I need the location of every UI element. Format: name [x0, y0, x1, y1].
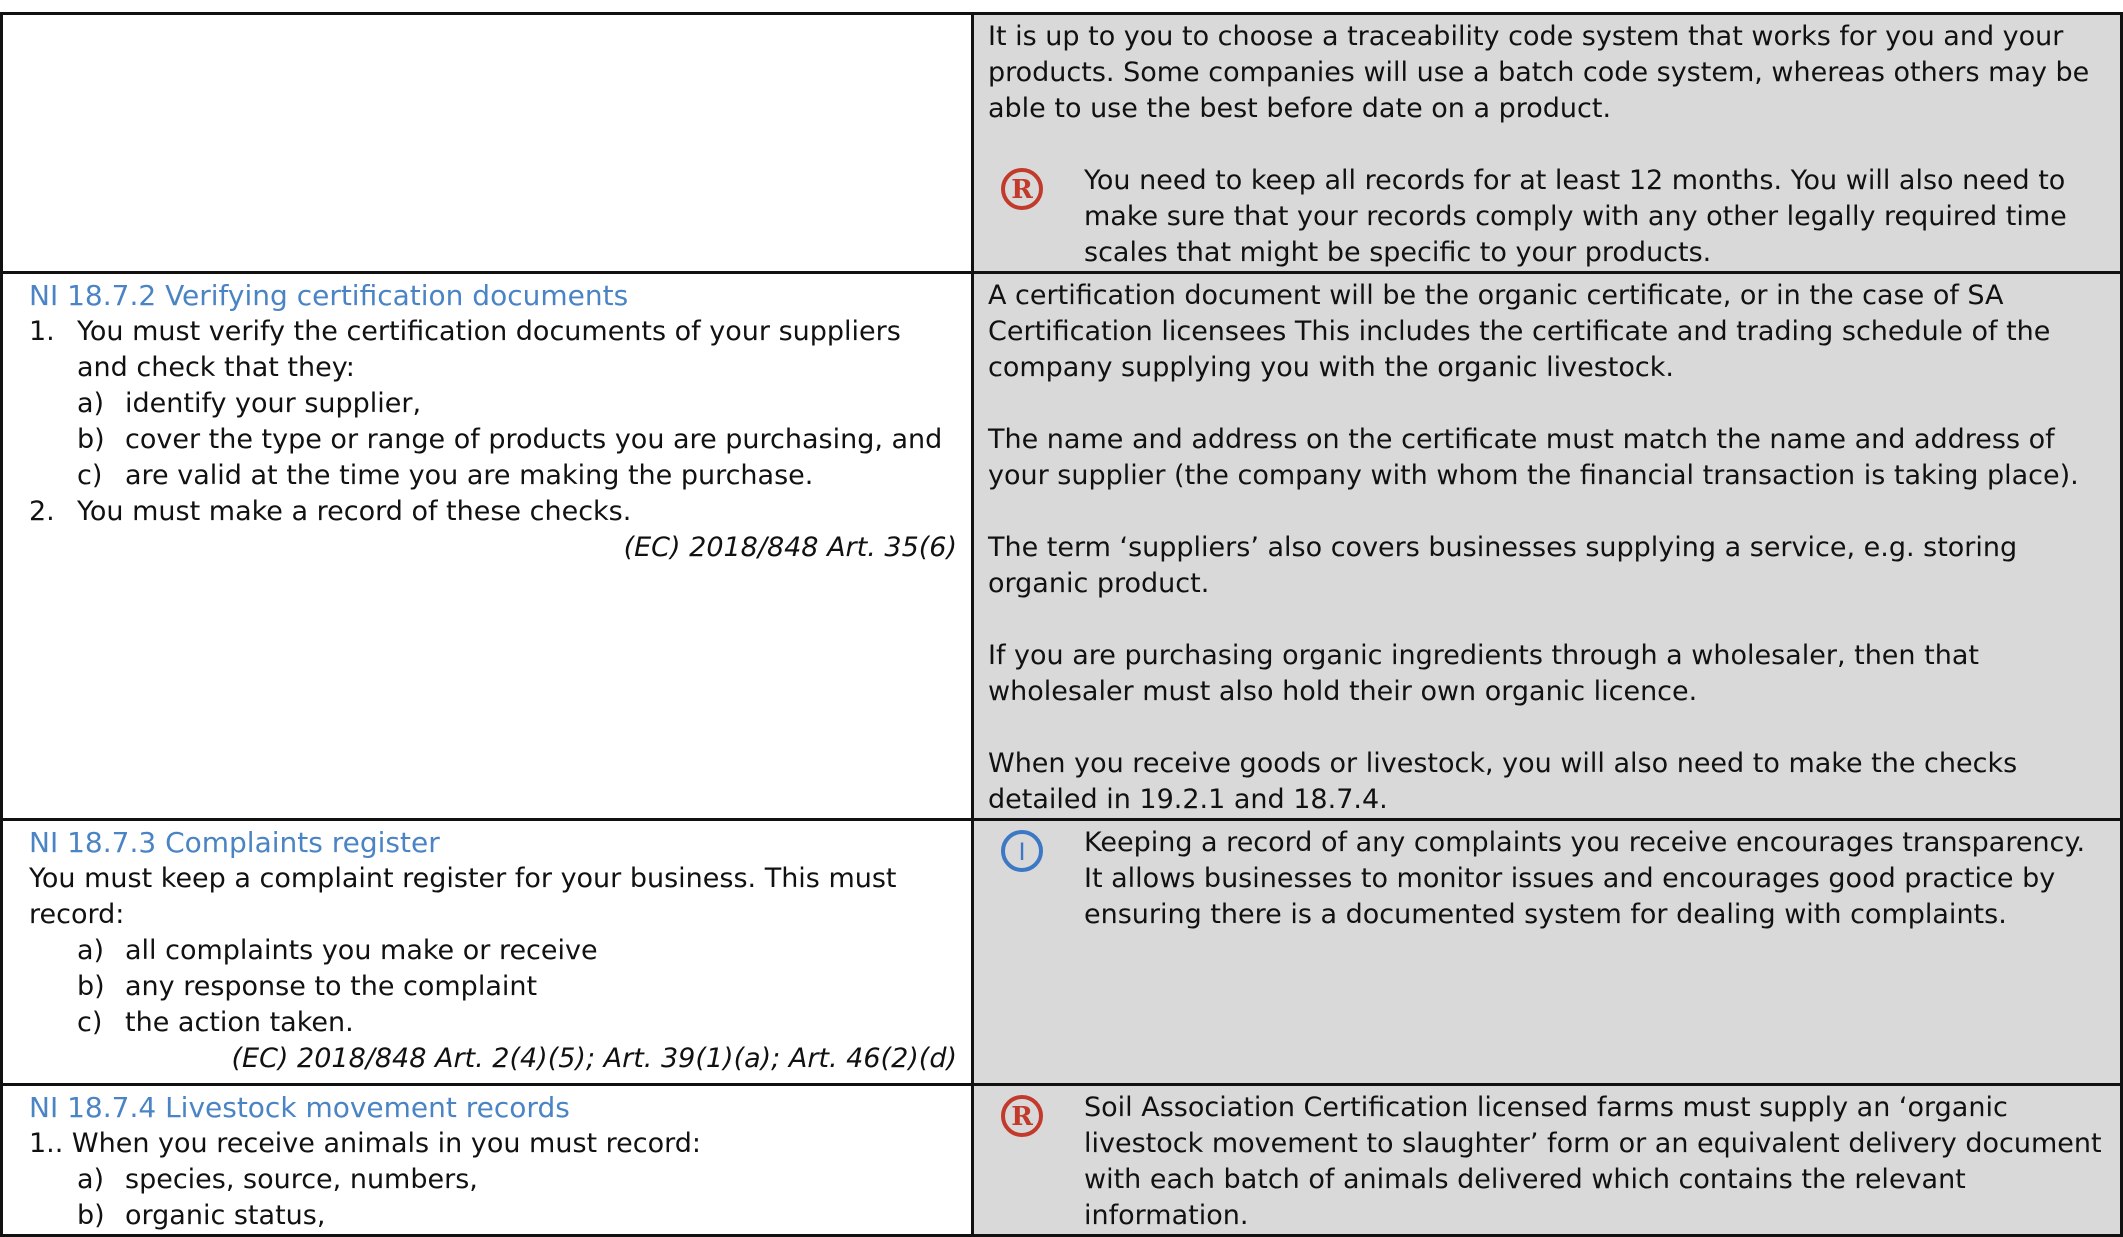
guidance-cell: R Soil Association Certification license… [971, 1083, 2123, 1237]
standard-cell-empty [0, 12, 974, 274]
standard-heading: NI 18.7.3 Complaints register [29, 826, 440, 859]
standard-intro: You must keep a complaint register for y… [29, 863, 897, 930]
sub-list-item: a) identify your supplier, [77, 386, 957, 422]
sub-list-text: species, source, numbers, [125, 1164, 478, 1195]
guidance-cell: I Keeping a record of any complaints you… [971, 818, 2123, 1086]
list-item: 2. You must make a record of these check… [29, 494, 957, 530]
list-marker: 2. [29, 496, 55, 527]
guidance-paragraph: If you are purchasing organic ingredient… [988, 640, 1979, 707]
standard-cell: NI 18.7.2 Verifying certification docume… [0, 271, 974, 821]
guidance-paragraph: The term ‘suppliers’ also covers busines… [988, 532, 2018, 599]
sub-list: a) all complaints you make or receive b)… [29, 933, 957, 1041]
list-item-text: You must make a record of these checks. [77, 496, 632, 527]
record-note: R You need to keep all records for at le… [988, 163, 2106, 271]
sub-list-marker: a) [77, 1164, 105, 1195]
sub-list-text: are valid at the time you are making the… [125, 460, 814, 491]
numbered-list: 1. You must verify the certification doc… [29, 314, 957, 530]
regulation-citation: (EC) 2018/848 Art. 35(6) [623, 532, 957, 563]
sub-list-marker: c) [77, 460, 103, 491]
sub-list-item: c) the action taken. [77, 1005, 957, 1041]
list-marker: 1. [29, 316, 55, 347]
guidance-cell: A certification document will be the org… [971, 271, 2123, 821]
sub-list-marker: c) [77, 1007, 103, 1038]
guidance-cell: It is up to you to choose a traceability… [971, 12, 2123, 274]
sub-list-item: a) all complaints you make or receive [77, 933, 957, 969]
guidance-paragraph: The name and address on the certificate … [988, 424, 2079, 491]
standard-heading: NI 18.7.2 Verifying certification docume… [29, 279, 629, 312]
svg-text:R: R [1011, 1102, 1033, 1132]
note-text: Keeping a record of any complaints you r… [1084, 827, 2086, 930]
info-note: I Keeping a record of any complaints you… [988, 825, 2106, 933]
sub-list-item: b) any response to the complaint [77, 969, 957, 1005]
sub-list-item: a) species, source, numbers, [77, 1162, 957, 1198]
note-text: Soil Association Certification licensed … [1084, 1092, 2102, 1231]
sub-list: a) species, source, numbers, b) organic … [29, 1162, 957, 1234]
standard-cell: NI 18.7.3 Complaints register You must k… [0, 818, 974, 1086]
table-row: NI 18.7.3 Complaints register You must k… [0, 818, 2123, 1086]
guidance-table: It is up to you to choose a traceability… [0, 12, 2123, 1237]
svg-text:I: I [1018, 838, 1025, 866]
list-item: 1. You must verify the certification doc… [29, 314, 957, 386]
list-item-text: You must verify the certification docume… [77, 316, 901, 383]
sub-list-text: organic status, [125, 1200, 326, 1231]
sub-list-text: any response to the complaint [125, 971, 538, 1002]
table-row: It is up to you to choose a traceability… [0, 12, 2123, 274]
standard-intro: 1.. When you receive animals in you must… [29, 1128, 702, 1159]
sub-list-marker: b) [77, 1200, 105, 1231]
sub-list-item: c) are valid at the time you are making … [77, 458, 957, 494]
svg-text:R: R [1011, 175, 1033, 205]
sub-list-text: the action taken. [125, 1007, 354, 1038]
sub-list-item: b) organic status, [77, 1198, 957, 1234]
standard-heading: NI 18.7.4 Livestock movement records [29, 1091, 570, 1124]
sub-list-marker: b) [77, 424, 105, 455]
standard-cell: NI 18.7.4 Livestock movement records 1..… [0, 1083, 974, 1237]
table-row: NI 18.7.2 Verifying certification docume… [0, 271, 2123, 821]
guidance-paragraph: When you receive goods or livestock, you… [988, 748, 2018, 815]
sub-list: a) identify your supplier, b) cover the … [29, 386, 957, 494]
sub-list-text: cover the type or range of products you … [125, 424, 943, 455]
sub-list-text: identify your supplier, [125, 388, 422, 419]
guidance-paragraph: A certification document will be the org… [988, 280, 2051, 383]
record-note: R Soil Association Certification license… [988, 1090, 2106, 1234]
note-text: You need to keep all records for at leas… [1084, 165, 2067, 268]
sub-list-marker: a) [77, 388, 105, 419]
guidance-paragraph: It is up to you to choose a traceability… [988, 21, 2090, 124]
sub-list-text: all complaints you make or receive [125, 935, 598, 966]
sub-list-marker: b) [77, 971, 105, 1002]
record-icon: R [1001, 1095, 1043, 1137]
regulation-citation: (EC) 2018/848 Art. 2(4)(5); Art. 39(1)(a… [231, 1043, 957, 1074]
info-icon: I [1001, 830, 1043, 872]
sub-list-item: b) cover the type or range of products y… [77, 422, 957, 458]
sub-list-marker: a) [77, 935, 105, 966]
table-row: NI 18.7.4 Livestock movement records 1..… [0, 1083, 2123, 1237]
record-icon: R [1001, 168, 1043, 210]
